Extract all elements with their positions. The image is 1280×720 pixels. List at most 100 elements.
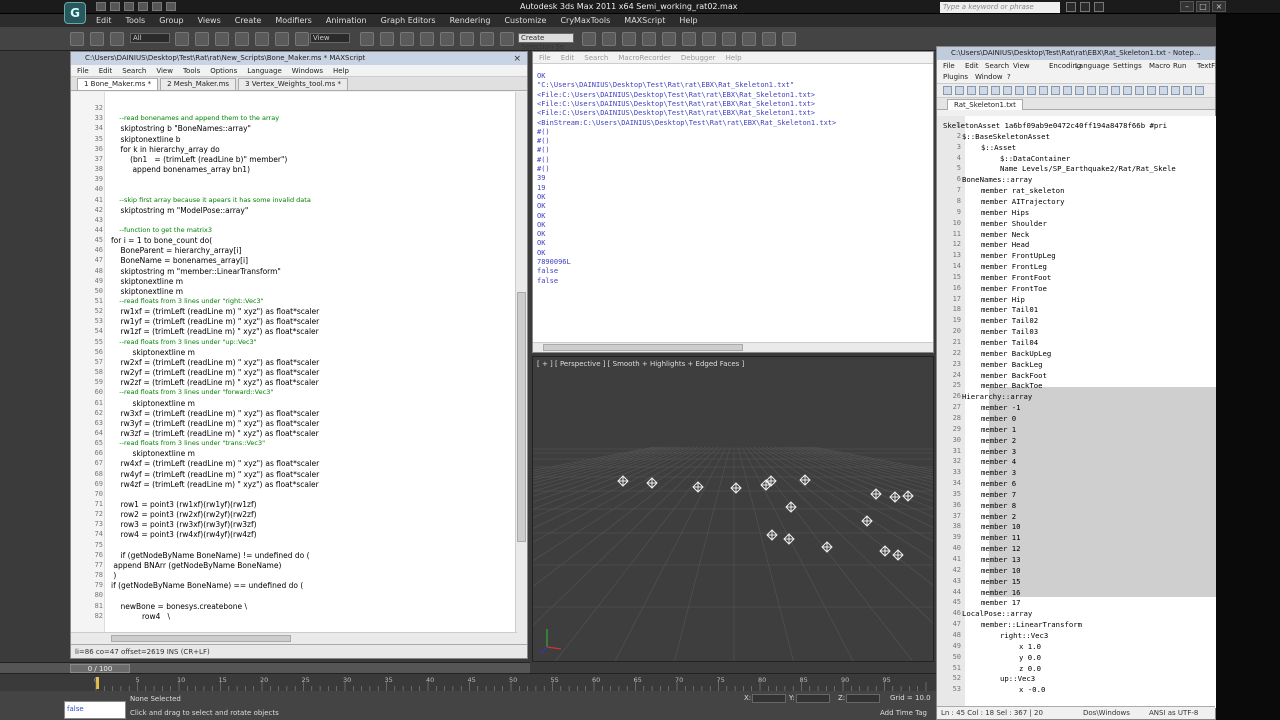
menu-item[interactable]: Animation	[326, 16, 367, 25]
toolbar-tool-icon[interactable]	[275, 32, 289, 46]
menu-item[interactable]: Macro	[1149, 62, 1170, 70]
star-icon[interactable]	[1080, 2, 1090, 12]
toolbar-tool-icon[interactable]	[662, 32, 676, 46]
toolbar-tool-icon[interactable]	[1147, 86, 1156, 95]
menu-item[interactable]: MAXScript	[624, 16, 665, 25]
toolbar-tool-icon[interactable]	[642, 32, 656, 46]
toolbar-tool-icon[interactable]	[622, 32, 636, 46]
close-icon[interactable]: ×	[513, 53, 521, 66]
close-button[interactable]: ×	[1212, 1, 1226, 12]
notepad-text-area[interactable]: 1 2 3 4 5 6 7 8 9 10 11 12 13 14 15 16 17 18 19 20 21 22 23 24 2…	[937, 116, 1217, 708]
menu-item[interactable]: Graph Editors	[381, 16, 436, 25]
reference-coordinate-dropdown[interactable]: View	[310, 33, 350, 43]
toolbar-tool-icon[interactable]	[1003, 86, 1012, 95]
maxscript-mini-listener[interactable]: false	[64, 701, 126, 719]
maximize-button[interactable]: □	[1196, 1, 1210, 12]
toolbar-tool-icon[interactable]	[1039, 86, 1048, 95]
toolbar-tool-icon[interactable]	[195, 32, 209, 46]
menu-item[interactable]: Window	[975, 73, 1003, 81]
toolbar-tool-icon[interactable]	[295, 32, 309, 46]
bone-object[interactable]	[861, 515, 873, 527]
editor-tab[interactable]: 1 Bone_Maker.ms *	[77, 78, 159, 90]
maxscript-code-area[interactable]: 32 33 34 35 36 37 38 39 40 41 42 43 44 45 46 47 48 49 50 51…	[71, 92, 517, 644]
toolbar-tool-icon[interactable]	[943, 86, 952, 95]
minimize-button[interactable]: –	[1180, 1, 1194, 12]
toolbar-tool-icon[interactable]	[1051, 86, 1060, 95]
menu-item[interactable]: Plugins	[943, 73, 968, 81]
toolbar-tool-icon[interactable]	[70, 32, 84, 46]
bone-object[interactable]	[821, 541, 833, 553]
x-coordinate-field[interactable]	[752, 694, 786, 703]
toolbar-tool-icon[interactable]	[762, 32, 776, 46]
quick-access-toolbar[interactable]	[96, 2, 176, 12]
bone-object[interactable]	[785, 501, 797, 513]
save-icon[interactable]	[124, 2, 134, 11]
menu-item[interactable]: Search	[985, 62, 1009, 70]
menu-item[interactable]: Edit	[99, 67, 113, 75]
toolbar-tool-icon[interactable]	[360, 32, 374, 46]
new-icon[interactable]	[96, 2, 106, 11]
scroll-thumb[interactable]	[543, 344, 743, 351]
menu-item[interactable]: ?	[1007, 73, 1011, 81]
search-input[interactable]: Type a keyword or phrase	[940, 2, 1060, 13]
bone-object[interactable]	[692, 481, 704, 493]
horizontal-scrollbar[interactable]	[533, 342, 933, 352]
toolbar-tool-icon[interactable]	[602, 32, 616, 46]
open-icon[interactable]	[110, 2, 120, 11]
menu-item[interactable]: File	[943, 62, 955, 70]
track-bar[interactable]: 0 5 10 15 20 25 30 35 40 45 50 55 60 65 70 75 80 85 90 95	[0, 673, 936, 692]
bone-object[interactable]	[892, 549, 904, 561]
redo-icon[interactable]	[152, 2, 162, 11]
toolbar-tool-icon[interactable]	[722, 32, 736, 46]
menu-item[interactable]: Search	[584, 54, 608, 62]
bone-object[interactable]	[879, 545, 891, 557]
viewport-label[interactable]: [ + ] [ Perspective ] [ Smooth + Highlig…	[537, 360, 744, 368]
toolbar-tool-icon[interactable]	[110, 32, 124, 46]
toolbar-tool-icon[interactable]	[955, 86, 964, 95]
menu-item[interactable]: Run	[1173, 62, 1186, 70]
bone-object[interactable]	[902, 490, 914, 502]
toolbar-tool-icon[interactable]	[1183, 86, 1192, 95]
add-time-tag-button[interactable]: Add Time Tag	[880, 709, 927, 717]
toolbar-tool-icon[interactable]	[1027, 86, 1036, 95]
binoculars-icon[interactable]	[1066, 2, 1076, 12]
toolbar-tool-icon[interactable]	[1171, 86, 1180, 95]
time-slider-bar[interactable]: 0 / 100	[0, 662, 530, 673]
toolbar-tool-icon[interactable]	[1111, 86, 1120, 95]
toolbar-tool-icon[interactable]	[1159, 86, 1168, 95]
toolbar-tool-icon[interactable]	[460, 32, 474, 46]
menu-item[interactable]: Edit	[96, 16, 112, 25]
undo-icon[interactable]	[138, 2, 148, 11]
menu-item[interactable]: Windows	[292, 67, 323, 75]
horizontal-scrollbar[interactable]	[71, 632, 517, 644]
y-coordinate-field[interactable]	[796, 694, 830, 703]
menu-item[interactable]: Debugger	[681, 54, 716, 62]
toolbar-tool-icon[interactable]	[742, 32, 756, 46]
toolbar-tool-icon[interactable]	[1075, 86, 1084, 95]
bone-object[interactable]	[766, 529, 778, 541]
scroll-thumb[interactable]	[111, 635, 291, 642]
menu-item[interactable]: Group	[159, 16, 183, 25]
toolbar-tool-icon[interactable]	[215, 32, 229, 46]
scroll-thumb[interactable]	[517, 292, 526, 542]
toolbar-tool-icon[interactable]	[1135, 86, 1144, 95]
tab-rat-skeleton[interactable]: Rat_Skeleton1.txt	[947, 99, 1023, 110]
toolbar-tool-icon[interactable]	[235, 32, 249, 46]
toolbar-tool-icon[interactable]	[979, 86, 988, 95]
menu-item[interactable]: Views	[198, 16, 221, 25]
toolbar-tool-icon[interactable]	[480, 32, 494, 46]
menu-item[interactable]: Tools	[126, 16, 146, 25]
toolbar-tool-icon[interactable]	[500, 32, 514, 46]
menu-item[interactable]: Edit	[965, 62, 979, 70]
app-logo[interactable]: G	[64, 2, 86, 24]
menu-item[interactable]: Edit	[561, 54, 575, 62]
menu-item[interactable]: Language	[247, 67, 282, 75]
bone-object[interactable]	[889, 491, 901, 503]
selection-filter-dropdown[interactable]: All	[130, 33, 170, 43]
perspective-viewport[interactable]: [ + ] [ Perspective ] [ Smooth + Highlig…	[532, 356, 934, 662]
toolbar-tool-icon[interactable]	[400, 32, 414, 46]
toolbar-tool-icon[interactable]	[991, 86, 1000, 95]
bone-object[interactable]	[870, 488, 882, 500]
menu-item[interactable]: Create	[235, 16, 262, 25]
menu-item[interactable]: CryMaxTools	[560, 16, 610, 25]
